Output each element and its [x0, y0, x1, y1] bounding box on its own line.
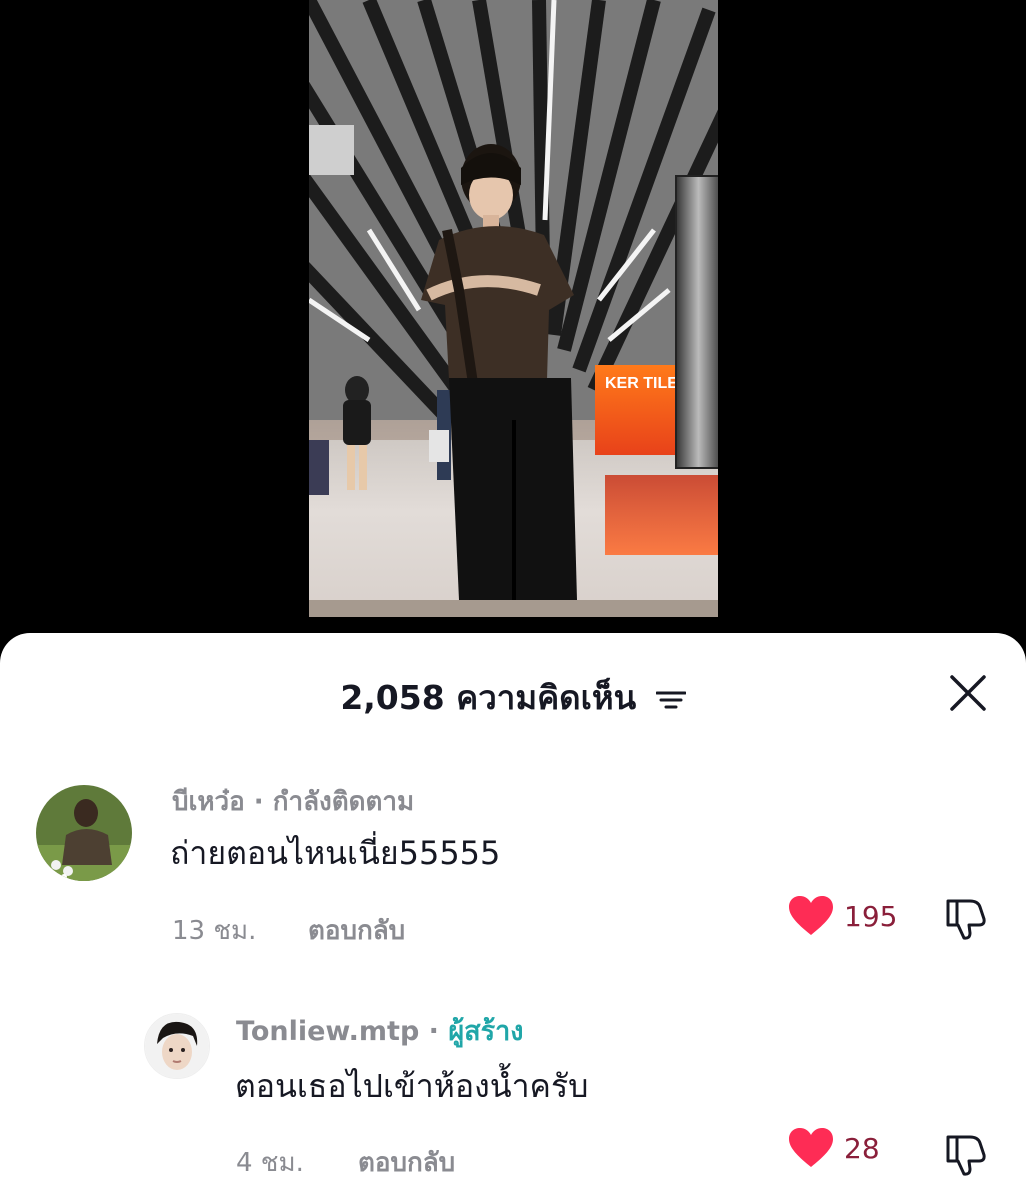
table-edge [309, 600, 718, 617]
like-count: 195 [844, 899, 898, 933]
comment-time: 13 ชม. [172, 916, 257, 946]
comment-text: ตอนเธอไปเข้าห้องน้ำครับ [235, 1067, 589, 1105]
comments-sheet: 2,058 ความคิดเห็น บีเหว๋อ · กำลังติดตาม … [0, 633, 1026, 1200]
comment-time: 4 ชม. [236, 1148, 304, 1178]
thumbs-down-icon[interactable] [942, 1129, 990, 1177]
avatar[interactable] [144, 1013, 210, 1079]
avatar[interactable] [36, 785, 132, 881]
video-frame[interactable]: KER TILES [309, 0, 718, 617]
like-count: 28 [844, 1131, 880, 1165]
person-figure [309, 144, 577, 600]
comments-title: 2,058 ความคิดเห็น [0, 671, 1026, 724]
thumbs-down-icon[interactable] [942, 893, 990, 941]
avatar-image [36, 785, 132, 881]
like-button[interactable]: 195 [788, 895, 897, 937]
reply-button[interactable]: ตอบกลับ [358, 1142, 455, 1183]
reply-button[interactable]: ตอบกลับ [308, 910, 405, 951]
comment-item: บีเหว๋อ · กำลังติดตาม ถ่ายตอนไหนเนี่ย555… [0, 773, 1026, 963]
comments-header: 2,058 ความคิดเห็น [0, 633, 1026, 748]
close-icon[interactable] [948, 673, 988, 713]
heart-icon [789, 1128, 833, 1167]
following-label: · กำลังติดตาม [244, 787, 415, 817]
comment-meta: บีเหว๋อ · กำลังติดตาม [172, 781, 414, 822]
heart-icon [789, 896, 833, 935]
meta-separator: · [419, 1016, 449, 1047]
comment-meta: Tonliew.mtp · ผู้สร้าง [236, 1009, 523, 1052]
like-button[interactable]: 28 [788, 1127, 880, 1169]
comment-item: Tonliew.mtp · ผู้สร้าง ตอนเธอไปเข้าห้องน… [0, 1005, 1026, 1195]
comments-count-label: 2,058 ความคิดเห็น [340, 678, 637, 717]
video-player[interactable]: KER TILES [0, 0, 1026, 640]
comment-text: ถ่ายตอนไหนเนี่ย55555 [170, 834, 501, 872]
comment-username[interactable]: Tonliew.mtp [236, 1016, 419, 1047]
comment-username[interactable]: บีเหว๋อ [172, 787, 245, 817]
avatar-image [145, 1014, 209, 1078]
creator-badge: ผู้สร้าง [448, 1016, 524, 1047]
sort-lines-icon[interactable] [655, 689, 686, 711]
